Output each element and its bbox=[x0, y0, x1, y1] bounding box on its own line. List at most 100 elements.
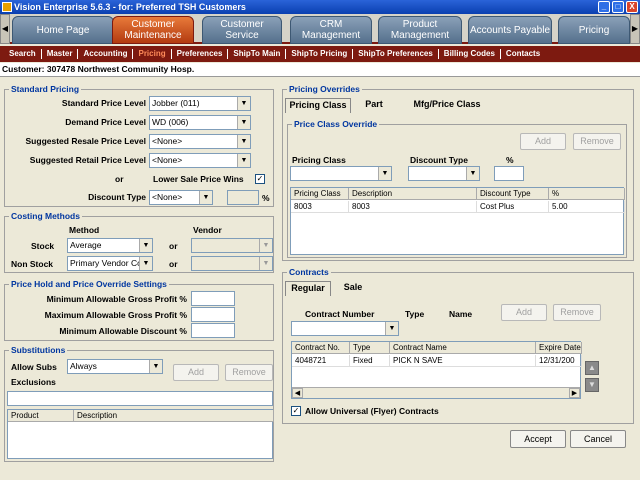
contract-number-select[interactable]: ▼ bbox=[291, 321, 399, 336]
chevron-down-icon: ▼ bbox=[259, 239, 272, 252]
contracts-table[interactable]: Contract No. Type Contract Name Expire D… bbox=[291, 341, 582, 399]
tab-part[interactable]: Part bbox=[359, 98, 389, 113]
allow-subs-select[interactable]: Always ▼ bbox=[67, 359, 163, 374]
subnav-master[interactable]: Master bbox=[42, 49, 79, 59]
min-discount-input[interactable] bbox=[191, 323, 235, 338]
col-expire-date[interactable]: Expire Date bbox=[536, 342, 582, 354]
col-description[interactable]: Description bbox=[74, 410, 274, 422]
tab-product-management[interactable]: Product Management bbox=[378, 16, 462, 44]
vendor-header: Vendor bbox=[193, 225, 222, 235]
pricing-class-select[interactable]: ▼ bbox=[290, 166, 392, 181]
allow-universal-label: Allow Universal (Flyer) Contracts bbox=[305, 406, 439, 416]
col-discount-type[interactable]: Discount Type bbox=[477, 188, 549, 200]
contracts-add-button[interactable]: Add bbox=[501, 304, 547, 321]
tab-pricing-class[interactable]: Pricing Class bbox=[285, 98, 351, 113]
close-button[interactable]: X bbox=[626, 1, 638, 13]
tab-accounts-payable[interactable]: Accounts Payable bbox=[468, 16, 552, 44]
exclusions-table[interactable]: Product Description bbox=[7, 409, 274, 459]
chevron-down-icon: ▼ bbox=[466, 167, 479, 180]
contracts-remove-button[interactable]: Remove bbox=[553, 304, 601, 321]
col-contract-no[interactable]: Contract No. bbox=[292, 342, 350, 354]
window-title: Vision Enterprise 5.6.3 - for: Preferred… bbox=[14, 2, 246, 12]
cancel-button[interactable]: Cancel bbox=[570, 430, 626, 448]
contracts-hscrollbar[interactable]: ◀ ▶ bbox=[292, 387, 580, 398]
chevron-down-icon: ▼ bbox=[139, 239, 152, 252]
standard-pricing-group: Standard Pricing Standard Price Level Jo… bbox=[4, 84, 274, 207]
subnav-shipto-preferences[interactable]: ShipTo Preferences bbox=[353, 49, 439, 59]
tab-regular[interactable]: Regular bbox=[285, 281, 331, 296]
exclusions-input[interactable] bbox=[7, 391, 273, 406]
tab-scroll-left-icon[interactable]: ◀ bbox=[0, 14, 10, 44]
standard-price-level-select[interactable]: Jobber (011) ▼ bbox=[149, 96, 251, 111]
subnav-preferences[interactable]: Preferences bbox=[172, 49, 229, 59]
move-down-icon[interactable]: ▼ bbox=[585, 378, 599, 392]
nonstock-vendor-select[interactable]: ▼ bbox=[191, 256, 273, 271]
tab-home-page[interactable]: Home Page bbox=[12, 16, 114, 44]
allow-universal-checkbox[interactable]: ✓ bbox=[291, 406, 301, 416]
tab-mfg-price-class[interactable]: Mfg/Price Class bbox=[405, 98, 489, 113]
tab-customer-service[interactable]: Customer Service bbox=[202, 16, 282, 44]
subnav-shipto-main[interactable]: ShipTo Main bbox=[228, 49, 287, 59]
col-percent[interactable]: % bbox=[549, 188, 625, 200]
subnav-pricing[interactable]: Pricing bbox=[133, 49, 172, 59]
override-add-button[interactable]: Add bbox=[520, 133, 566, 150]
stock-vendor-select[interactable]: ▼ bbox=[191, 238, 273, 253]
contract-type-label: Type bbox=[405, 309, 425, 319]
tab-sale[interactable]: Sale bbox=[335, 281, 371, 296]
move-up-icon[interactable]: ▲ bbox=[585, 361, 599, 375]
override-discount-type-select[interactable]: ▼ bbox=[408, 166, 480, 181]
table-cell[interactable]: PICK N SAVE bbox=[390, 355, 536, 367]
contracts-title: Contracts bbox=[287, 267, 331, 277]
scroll-right-icon[interactable]: ▶ bbox=[569, 388, 580, 398]
scroll-left-icon[interactable]: ◀ bbox=[292, 388, 303, 398]
table-cell[interactable]: Fixed bbox=[350, 355, 390, 367]
subnav-search[interactable]: Search bbox=[4, 49, 42, 59]
table-cell[interactable]: 8003 bbox=[291, 201, 349, 213]
standard-price-level-label: Standard Price Level bbox=[61, 98, 146, 108]
table-cell[interactable]: Cost Plus bbox=[477, 201, 549, 213]
col-description[interactable]: Description bbox=[349, 188, 477, 200]
table-cell[interactable]: 5.00 bbox=[549, 201, 625, 213]
suggested-resale-select[interactable]: <None> ▼ bbox=[149, 134, 251, 149]
table-cell[interactable]: 8003 bbox=[349, 201, 477, 213]
substitutions-title: Substitutions bbox=[9, 345, 68, 355]
nonstock-method-select[interactable]: Primary Vendor Co ▼ bbox=[67, 256, 153, 271]
tab-scroll-right-icon[interactable]: ▶ bbox=[630, 14, 640, 44]
suggested-retail-select[interactable]: <None> ▼ bbox=[149, 153, 251, 168]
override-percent-input[interactable] bbox=[494, 166, 524, 181]
percent-label: % bbox=[262, 193, 270, 203]
chevron-down-icon: ▼ bbox=[237, 97, 250, 110]
maximize-button[interactable]: □ bbox=[612, 1, 624, 13]
price-class-table[interactable]: Pricing Class Description Discount Type … bbox=[290, 187, 625, 255]
table-cell[interactable]: 4048721 bbox=[292, 355, 350, 367]
demand-price-level-label: Demand Price Level bbox=[65, 117, 146, 127]
col-pricing-class[interactable]: Pricing Class bbox=[291, 188, 349, 200]
stock-method-select[interactable]: Average ▼ bbox=[67, 238, 153, 253]
override-percent-label: % bbox=[506, 155, 514, 165]
subs-remove-button[interactable]: Remove bbox=[225, 364, 273, 381]
chevron-down-icon: ▼ bbox=[378, 167, 391, 180]
substitutions-group: Substitutions Allow Subs Always ▼ Add Rem… bbox=[4, 345, 274, 462]
col-product[interactable]: Product bbox=[8, 410, 74, 422]
subnav-shipto-pricing[interactable]: ShipTo Pricing bbox=[286, 49, 354, 59]
lower-sale-price-checkbox[interactable]: ✓ bbox=[255, 174, 265, 184]
minimize-button[interactable]: _ bbox=[598, 1, 610, 13]
subs-add-button[interactable]: Add bbox=[173, 364, 219, 381]
tab-customer-maintenance[interactable]: Customer Maintenance bbox=[112, 16, 194, 44]
tab-pricing[interactable]: Pricing bbox=[558, 16, 630, 44]
subnav-contacts[interactable]: Contacts bbox=[501, 49, 545, 59]
col-type[interactable]: Type bbox=[350, 342, 390, 354]
accept-button[interactable]: Accept bbox=[510, 430, 566, 448]
subnav-accounting[interactable]: Accounting bbox=[78, 49, 134, 59]
app-icon bbox=[2, 2, 12, 12]
subnav-billing-codes[interactable]: Billing Codes bbox=[439, 49, 501, 59]
max-gross-profit-input[interactable] bbox=[191, 307, 235, 322]
col-contract-name[interactable]: Contract Name bbox=[390, 342, 536, 354]
table-cell[interactable]: 12/31/200 bbox=[536, 355, 582, 367]
override-remove-button[interactable]: Remove bbox=[573, 133, 621, 150]
demand-price-level-select[interactable]: WD (006) ▼ bbox=[149, 115, 251, 130]
discount-type-select[interactable]: <None> ▼ bbox=[149, 190, 213, 205]
tab-crm-management[interactable]: CRM Management bbox=[290, 16, 372, 44]
discount-percent-input[interactable] bbox=[227, 190, 259, 205]
min-gross-profit-input[interactable] bbox=[191, 291, 235, 306]
